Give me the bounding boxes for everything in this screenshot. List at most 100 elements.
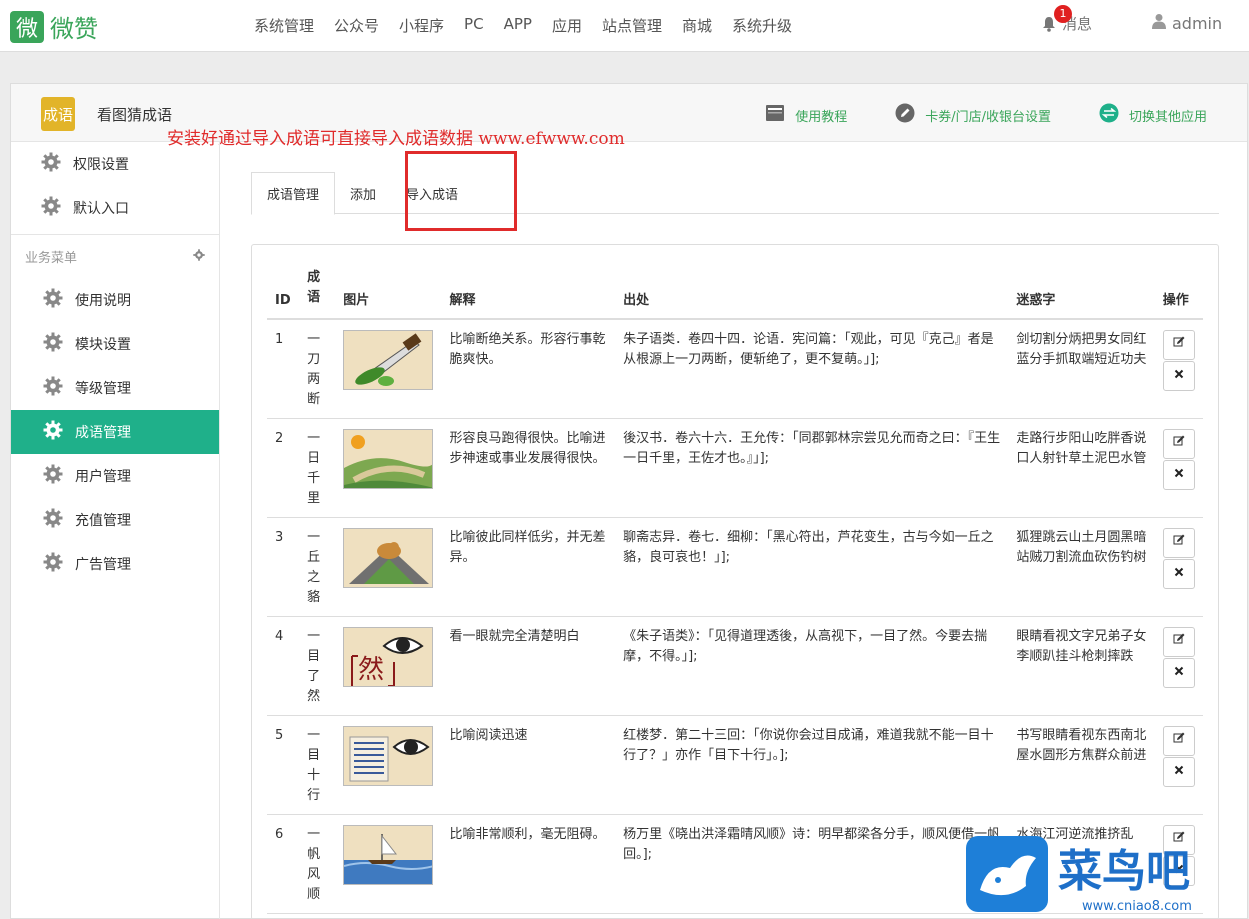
switch-app-link[interactable]: 切换其他应用	[1099, 103, 1207, 127]
cell-image	[335, 418, 442, 518]
sidebar-item-idiom-management[interactable]: 成语管理	[11, 410, 219, 454]
sidebar-item-label: 成语管理	[75, 425, 131, 441]
close-icon	[1174, 366, 1184, 386]
cell-idiom: 一目十行	[299, 715, 336, 815]
edit-button[interactable]	[1162, 528, 1195, 558]
cell-actions	[1154, 616, 1203, 716]
gear-icon	[43, 288, 63, 312]
idiom-image-eye-ran: 然	[343, 627, 434, 687]
cell-source: 杨万里《晓出洪泽霜晴风顺》诗：明早都梁各分手，顺风便借一帆回。];	[615, 814, 1009, 914]
edit-icon	[1173, 434, 1185, 454]
cell-source: 《朱子语类》：「见得道理透後，从高视下，一目了然。今要去揣摩，不得。」];	[615, 616, 1009, 716]
logo[interactable]: 微 微赞	[10, 9, 98, 44]
cell-actions	[1154, 319, 1203, 419]
sidebar-item-recharge-management[interactable]: 充值管理	[11, 498, 219, 542]
cell-distractors: 狐狸跳云山土月圆黑暗站贼刀割流血砍伤钓树	[1008, 517, 1155, 617]
table-row: 4 一目了然 然 看一眼就完全清楚明白 《朱子语类》：「见得道理透後，从高视下，…	[267, 616, 1203, 716]
sidebar-item-module-settings[interactable]: 模块设置	[11, 322, 219, 366]
cell-source: 後汉书．卷六十六．王允传：「同郡郭林宗尝见允而奇之曰：『王生一日千里，王佐才也。…	[615, 418, 1009, 518]
sidebar-item-instructions[interactable]: 使用说明	[11, 278, 219, 322]
edit-button[interactable]	[1162, 330, 1195, 360]
sidebar-item-label: 用户管理	[75, 469, 131, 485]
highlight-annotation-box	[405, 151, 517, 231]
nav-item-apps[interactable]: 应用	[552, 15, 582, 36]
cell-explanation: 比喻非常顺利，毫无阻碍。	[441, 814, 616, 914]
delete-button[interactable]	[1162, 559, 1195, 589]
idiom-image-animal-hill	[343, 528, 434, 588]
edit-circle-icon	[895, 103, 915, 127]
table-row: 5 一目十行 比喻阅读迅速 红楼梦．第二十三回：「你说你会过目成诵，难道我就不能…	[267, 715, 1203, 815]
sidebar-item-default-entry[interactable]: 默认入口	[11, 186, 219, 230]
cell-idiom: 一帆风顺	[299, 814, 336, 914]
close-icon	[1174, 762, 1184, 782]
nav-item-mini-program[interactable]: 小程序	[399, 15, 444, 36]
user-menu[interactable]: admin	[1152, 13, 1222, 33]
user-icon	[1152, 13, 1166, 33]
card-store-settings-link[interactable]: 卡券/门店/收银台设置	[895, 103, 1051, 127]
cell-explanation: 看一眼就完全清楚明白	[441, 616, 616, 716]
gear-icon	[43, 332, 63, 356]
close-icon	[1174, 465, 1184, 485]
nav-item-pc[interactable]: PC	[464, 15, 484, 36]
tab-add[interactable]: 添加	[335, 172, 391, 214]
gear-icon	[43, 376, 63, 400]
edit-icon	[1173, 335, 1185, 355]
close-icon	[1174, 663, 1184, 683]
nav-item-app[interactable]: APP	[504, 15, 532, 36]
sidebar-item-ad-management[interactable]: 广告管理	[11, 542, 219, 586]
cell-image	[335, 319, 442, 419]
cell-id: 5	[267, 715, 300, 815]
nav-item-system[interactable]: 系统管理	[254, 15, 314, 36]
user-name: admin	[1172, 13, 1223, 33]
svg-text:然: 然	[358, 655, 384, 685]
watermark-logo: 菜鸟吧 www.cniao8.com	[966, 828, 1249, 919]
delete-button[interactable]	[1162, 658, 1195, 688]
nav-item-official-account[interactable]: 公众号	[334, 15, 379, 36]
edit-button[interactable]	[1162, 726, 1195, 756]
logo-text: 微赞	[50, 15, 98, 43]
col-header-image: 图片	[335, 260, 442, 320]
edit-button[interactable]	[1162, 627, 1195, 657]
col-header-actions: 操作	[1154, 260, 1203, 320]
cell-id: 2	[267, 418, 300, 518]
sidebar: 权限设置 默认入口 业务菜单 使用说明 模块设置 等级管理 成语管理 用户管理	[11, 142, 220, 919]
cell-idiom: 一丘之貉	[299, 517, 336, 617]
gear-icon	[43, 508, 63, 532]
sidebar-group-header: 业务菜单	[11, 234, 219, 278]
cell-image	[335, 715, 442, 815]
cell-idiom: 一刀两断	[299, 319, 336, 419]
idiom-image-sailboat	[343, 825, 434, 885]
sidebar-item-permissions[interactable]: 权限设置	[11, 142, 219, 186]
sidebar-item-user-management[interactable]: 用户管理	[11, 454, 219, 498]
nav-item-upgrade[interactable]: 系统升级	[732, 15, 792, 36]
delete-button[interactable]	[1162, 361, 1195, 391]
table-header-row: ID 成语 图片 解释 出处 迷惑字 操作	[267, 260, 1203, 320]
delete-button[interactable]	[1162, 460, 1195, 490]
edit-button[interactable]	[1162, 429, 1195, 459]
delete-button[interactable]	[1162, 757, 1195, 787]
nav-item-store[interactable]: 商城	[682, 15, 712, 36]
group-settings-icon[interactable]	[193, 248, 205, 265]
sidebar-item-label: 广告管理	[75, 557, 131, 573]
idiom-table: ID 成语 图片 解释 出处 迷惑字 操作 1 一刀两断 比喻断绝关系。形容行事…	[267, 260, 1203, 914]
sidebar-item-label: 等级管理	[75, 381, 131, 397]
switch-app-label: 切换其他应用	[1128, 109, 1207, 125]
idiom-table-panel: ID 成语 图片 解释 出处 迷惑字 操作 1 一刀两断 比喻断绝关系。形容行事…	[251, 244, 1219, 919]
header-links: 使用教程 卡券/门店/收银台设置 切换其他应用	[717, 103, 1207, 127]
cell-distractors: 走路行步阳山吃胖香说口人射针草土泥巴水管	[1008, 418, 1155, 518]
tutorial-link[interactable]: 使用教程	[765, 103, 847, 127]
col-header-idiom: 成语	[299, 260, 336, 320]
cell-id: 4	[267, 616, 300, 716]
table-row: 1 一刀两断 比喻断绝关系。形容行事乾脆爽快。 朱子语类．卷四十四．论语．宪问篇…	[267, 319, 1203, 419]
nav-item-site[interactable]: 站点管理	[602, 15, 662, 36]
edit-icon	[1173, 731, 1185, 751]
cell-image: 然	[335, 616, 442, 716]
sidebar-item-level-management[interactable]: 等级管理	[11, 366, 219, 410]
app-icon: 成语	[41, 97, 75, 131]
tab-idiom-management[interactable]: 成语管理	[251, 172, 336, 215]
cell-actions	[1154, 418, 1203, 518]
gear-icon	[43, 464, 63, 488]
content-tabs: 成语管理 添加 导入成语	[251, 172, 1219, 215]
tutorial-label: 使用教程	[795, 109, 848, 125]
cell-id: 1	[267, 319, 300, 419]
